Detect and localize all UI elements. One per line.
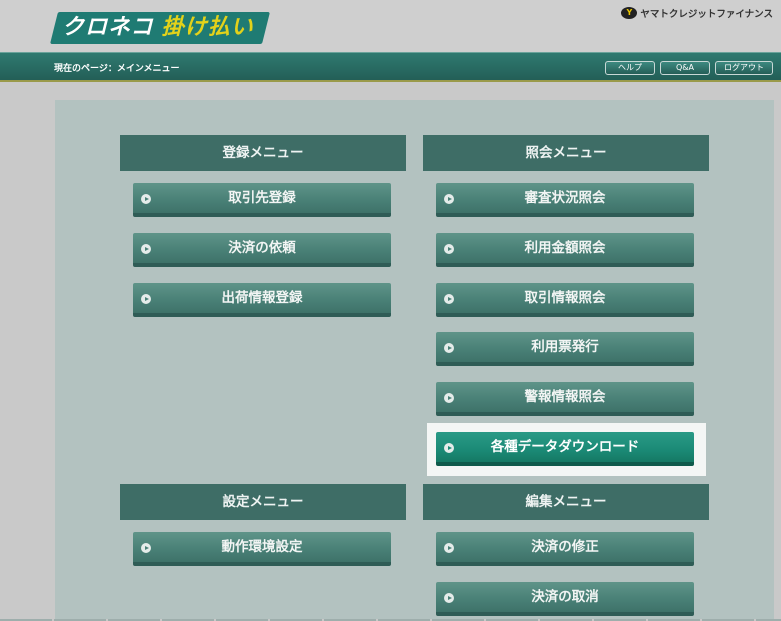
button-label: 決済の依頼 [228, 240, 296, 256]
request-payment-button[interactable]: 決済の依頼 [133, 233, 391, 267]
play-icon [444, 343, 454, 353]
play-icon [141, 543, 151, 553]
button-label: 利用票発行 [531, 339, 599, 355]
help-button[interactable]: ヘルプ [605, 61, 655, 75]
yamato-cat-icon: Y [621, 7, 638, 19]
play-icon [141, 194, 151, 204]
registration-menu-header: 登録メニュー [120, 135, 406, 171]
play-icon [444, 593, 454, 603]
breadcrumb: 現在のページ：メインメニュー [54, 64, 180, 74]
modify-payment-button[interactable]: 決済の修正 [436, 532, 694, 566]
button-label: 利用金額照会 [524, 240, 606, 256]
nav-buttons: ヘルプ Q&A ログアウト [605, 61, 773, 75]
play-icon [141, 244, 151, 254]
qa-button[interactable]: Q&A [660, 61, 710, 75]
play-icon [444, 244, 454, 254]
environment-settings-button[interactable]: 動作環境設定 [133, 532, 391, 566]
company-brand: Y ヤマトクレジットファイナンス [621, 6, 773, 20]
button-label: 各種データダウンロード [490, 439, 640, 455]
service-logo[interactable]: クロネコ 掛け払い [62, 14, 254, 42]
company-name: ヤマトクレジットファイナンス [640, 9, 773, 20]
cancel-payment-button[interactable]: 決済の取消 [436, 582, 694, 616]
data-download-button[interactable]: 各種データダウンロード [436, 432, 694, 466]
play-icon [444, 294, 454, 304]
button-label: 取引情報照会 [524, 290, 606, 306]
play-icon [444, 543, 454, 553]
play-icon [444, 393, 454, 403]
issue-usage-slip-button[interactable]: 利用票発行 [436, 332, 694, 366]
alert-info-button[interactable]: 警報情報照会 [436, 382, 694, 416]
nav-bar: 現在のページ：メインメニュー ヘルプ Q&A ログアウト [0, 52, 781, 82]
header: クロネコ 掛け払い Y ヤマトクレジットファイナンス [0, 0, 781, 52]
button-label: 動作環境設定 [221, 539, 303, 555]
button-label: 出荷情報登録 [221, 290, 303, 306]
button-label: 警報情報照会 [524, 389, 606, 405]
play-icon [444, 443, 454, 453]
transaction-info-button[interactable]: 取引情報照会 [436, 283, 694, 317]
button-label: 審査状況照会 [524, 190, 606, 206]
logout-button[interactable]: ログアウト [715, 61, 773, 75]
screening-status-button[interactable]: 審査状況照会 [436, 183, 694, 217]
button-label: 決済の修正 [531, 539, 599, 555]
play-icon [444, 194, 454, 204]
button-label: 取引先登録 [228, 190, 296, 206]
settings-menu-header: 設定メニュー [120, 484, 406, 520]
inquiry-menu-header: 照会メニュー [423, 135, 709, 171]
edit-menu-header: 編集メニュー [423, 484, 709, 520]
logo-text-kuroneko: クロネコ [62, 15, 154, 40]
register-shipment-button[interactable]: 出荷情報登録 [133, 283, 391, 317]
logo-text-kakebarai: 掛け払い [161, 15, 254, 40]
register-business-partner-button[interactable]: 取引先登録 [133, 183, 391, 217]
usage-amount-button[interactable]: 利用金額照会 [436, 233, 694, 267]
play-icon [141, 294, 151, 304]
button-label: 決済の取消 [531, 589, 599, 605]
